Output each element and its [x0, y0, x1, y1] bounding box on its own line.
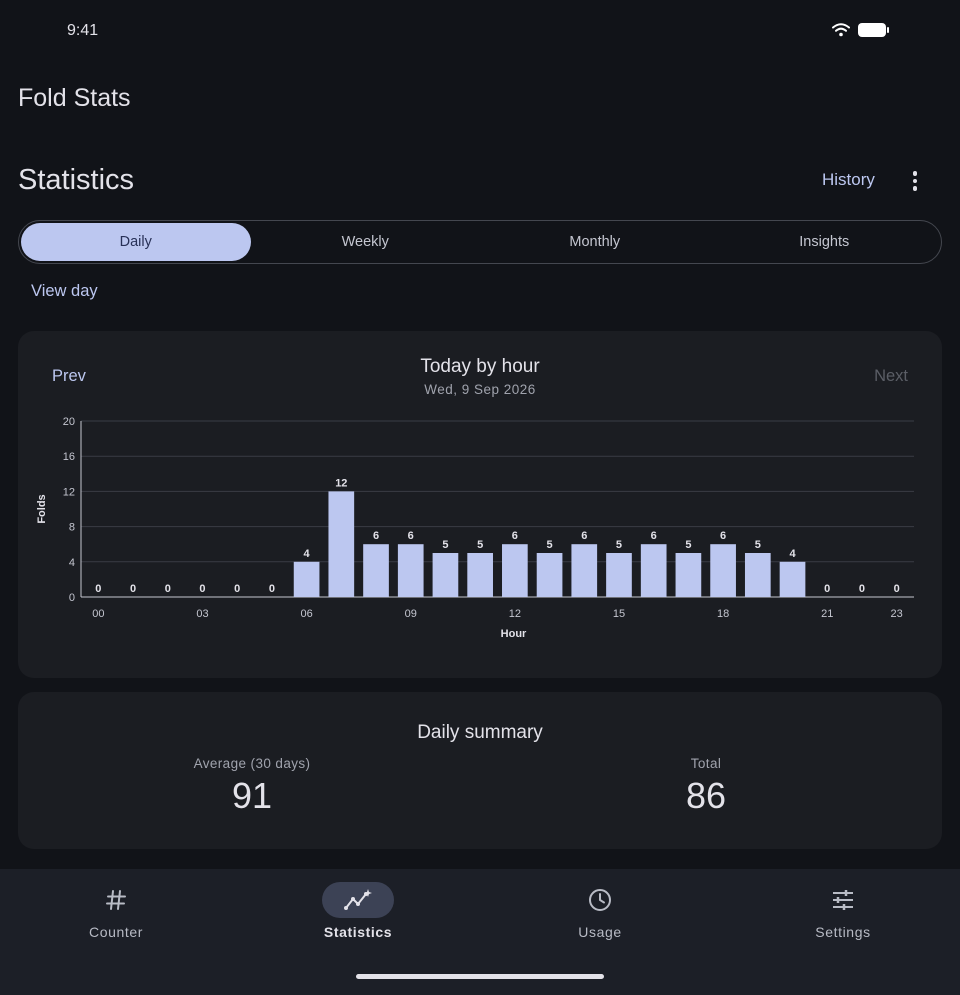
x-tick-label: 06 [300, 608, 312, 620]
nav-counter-label: Counter [88, 924, 143, 940]
y-tick-label: 12 [63, 486, 75, 498]
sliders-icon [833, 890, 853, 910]
bar-value-label: 0 [165, 583, 171, 595]
bar [467, 553, 493, 597]
bar-value-label: 0 [269, 583, 275, 595]
bar-value-label: 6 [512, 530, 518, 542]
chart-card: Prev Today by hour Wed, 9 Sep 2026 Next … [18, 331, 942, 678]
x-tick-label: 21 [821, 608, 833, 620]
x-tick-label: 23 [891, 608, 903, 620]
page-title: Statistics [18, 164, 135, 196]
total-metric: Total 86 [556, 756, 856, 817]
bar-value-label: 0 [199, 583, 205, 595]
bar [536, 553, 563, 597]
clock-icon [589, 889, 611, 911]
bar-value-label: 5 [685, 539, 691, 551]
bar-value-label: 0 [95, 583, 101, 595]
bar-value-label: 5 [477, 539, 483, 551]
bar-value-label: 6 [373, 530, 379, 542]
bar-value-label: 5 [547, 539, 553, 551]
bar-value-label: 0 [894, 583, 900, 595]
tab-monthly[interactable]: Monthly [480, 223, 710, 261]
bar [675, 553, 702, 597]
period-tabs: Daily Weekly Monthly Insights [18, 220, 942, 264]
y-tick-label: 4 [69, 557, 75, 569]
y-tick-label: 20 [63, 416, 75, 428]
bar-value-label: 6 [720, 530, 726, 542]
x-tick-label: 03 [196, 608, 208, 620]
average-value: 91 [231, 775, 273, 816]
x-tick-label: 12 [509, 608, 521, 620]
status-time: 9:41 [67, 22, 99, 39]
tab-daily[interactable]: Daily [21, 223, 251, 261]
wifi-icon [832, 23, 850, 37]
bar [432, 553, 459, 597]
history-button[interactable]: History [810, 168, 887, 192]
tab-weekly[interactable]: Weekly [251, 223, 481, 261]
bar [571, 544, 598, 597]
hourly-bar-chart: 0481216200 0 0 0 0 04126 65 56565656540 0 000 03 06… [36, 416, 914, 640]
hash-icon [106, 890, 126, 910]
nav-counter[interactable]: Counter [0, 882, 236, 940]
bar [710, 544, 736, 597]
bar [328, 491, 355, 597]
bar-value-label: 4 [304, 548, 311, 560]
y-tick-label: 16 [63, 451, 75, 463]
total-value: 86 [685, 775, 727, 816]
status-icons [832, 23, 889, 37]
bar [640, 544, 667, 597]
bar [397, 544, 424, 597]
bar [744, 553, 771, 597]
bar-value-label: 0 [859, 583, 865, 595]
bar [502, 544, 528, 597]
app-title: Fold Stats [18, 84, 131, 112]
bar-value-label: 4 [789, 548, 796, 560]
status-bar: 9:41 [0, 0, 960, 62]
nav-statistics-label: Statistics [323, 924, 393, 940]
bar-value-label: 0 [824, 583, 830, 595]
bar-value-label: 12 [335, 477, 347, 489]
total-label: Total [690, 756, 722, 771]
nav-usage-label: Usage [578, 924, 622, 940]
average-metric: Average (30 days) 91 [102, 756, 402, 817]
y-axis-title: Folds [36, 494, 48, 523]
bar-value-label: 0 [130, 583, 136, 595]
x-tick-label: 09 [405, 608, 417, 620]
nav-statistics[interactable]: Statistics [238, 882, 478, 940]
nav-settings[interactable]: Settings [723, 882, 960, 940]
bar-value-label: 6 [408, 530, 414, 542]
bar-value-label: 5 [616, 539, 622, 551]
bar [779, 561, 806, 597]
battery-icon [858, 23, 889, 37]
bar-value-label: 6 [581, 530, 587, 542]
nav-usage[interactable]: Usage [480, 882, 720, 940]
tab-insights[interactable]: Insights [710, 223, 940, 261]
home-indicator [356, 974, 604, 979]
bar-value-label: 6 [651, 530, 657, 542]
summary-card: Daily summary Average (30 days) 91 Total… [18, 692, 942, 849]
chart-icon [344, 889, 372, 910]
summary-title: Daily summary [417, 722, 543, 743]
x-tick-label: 00 [92, 608, 104, 620]
bar [363, 544, 389, 597]
bar-value-label: 5 [442, 539, 448, 551]
bar-value-label: 0 [234, 583, 240, 595]
average-label: Average (30 days) [193, 756, 311, 771]
view-day-button[interactable]: View day [31, 282, 98, 301]
more-options-icon[interactable] [900, 166, 930, 196]
x-axis-title: Hour [501, 628, 527, 640]
y-tick-label: 8 [69, 522, 75, 534]
bar [606, 553, 632, 597]
nav-settings-label: Settings [815, 924, 871, 940]
bar [293, 561, 320, 597]
bar-value-label: 5 [755, 539, 761, 551]
y-tick-label: 0 [69, 592, 75, 604]
x-tick-label: 15 [613, 608, 625, 620]
x-tick-label: 18 [717, 608, 729, 620]
